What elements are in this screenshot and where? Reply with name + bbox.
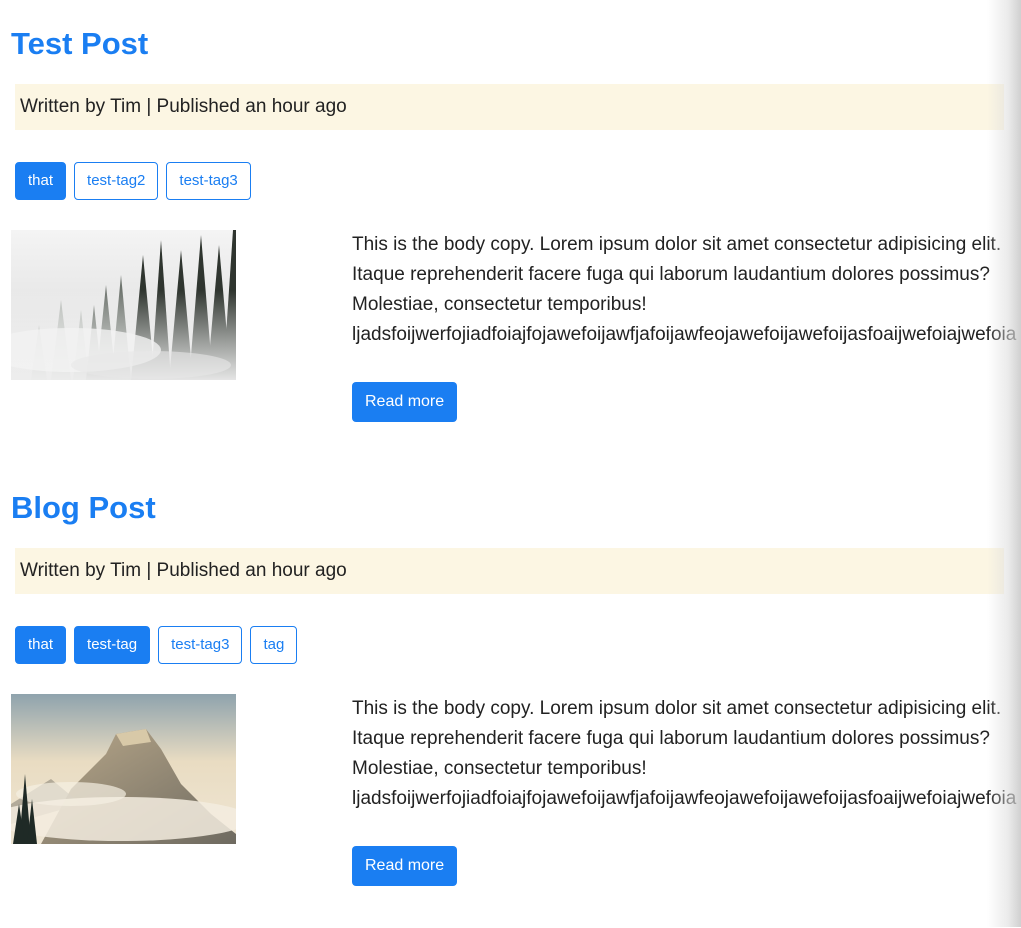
read-more-button[interactable]: Read more — [352, 382, 458, 422]
post-title-link[interactable]: Blog Post — [11, 488, 156, 528]
tag-list: that test-tag test-tag3 tag — [15, 626, 298, 664]
post-meta: Written by Tim | Published an hour ago — [15, 84, 1004, 130]
body-line: ljadsfoijwerfojiadfoiajfojawefoijawfjafo… — [352, 324, 1017, 345]
post-thumbnail-foggy-forest — [11, 230, 236, 380]
post-thumbnail-misty-mountain — [11, 694, 236, 844]
tag-button[interactable]: test-tag3 — [166, 162, 251, 200]
post-card: Test Post Written by Tim | Published an … — [0, 24, 1021, 464]
tag-list: that test-tag2 test-tag3 — [15, 162, 251, 200]
body-line: This is the body copy. Lorem ipsum dolor… — [352, 698, 1002, 719]
body-line: ljadsfoijwerfojiadfoiajfojawefoijawfjafo… — [352, 788, 1017, 809]
body-line: Itaque reprehenderit facere fuga qui lab… — [352, 264, 990, 285]
read-more-button[interactable]: Read more — [352, 846, 458, 886]
post-title-link[interactable]: Test Post — [11, 24, 148, 64]
post-meta: Written by Tim | Published an hour ago — [15, 548, 1004, 594]
body-line: Molestiae, consectetur temporibus! — [352, 294, 647, 315]
post-card: Blog Post Written by Tim | Published an … — [0, 488, 1021, 928]
post-body-copy: This is the body copy. Lorem ipsum dolor… — [352, 230, 1021, 350]
tag-button[interactable]: that — [15, 626, 67, 664]
body-line: This is the body copy. Lorem ipsum dolor… — [352, 234, 1002, 255]
body-line: Itaque reprehenderit facere fuga qui lab… — [352, 728, 990, 749]
tag-button[interactable]: tag — [250, 626, 298, 664]
body-line: Molestiae, consectetur temporibus! — [352, 758, 647, 779]
tag-button[interactable]: test-tag3 — [158, 626, 243, 664]
tag-button[interactable]: that — [15, 162, 67, 200]
post-body-copy: This is the body copy. Lorem ipsum dolor… — [352, 694, 1021, 814]
tag-button[interactable]: test-tag — [74, 626, 151, 664]
tag-button[interactable]: test-tag2 — [74, 162, 159, 200]
